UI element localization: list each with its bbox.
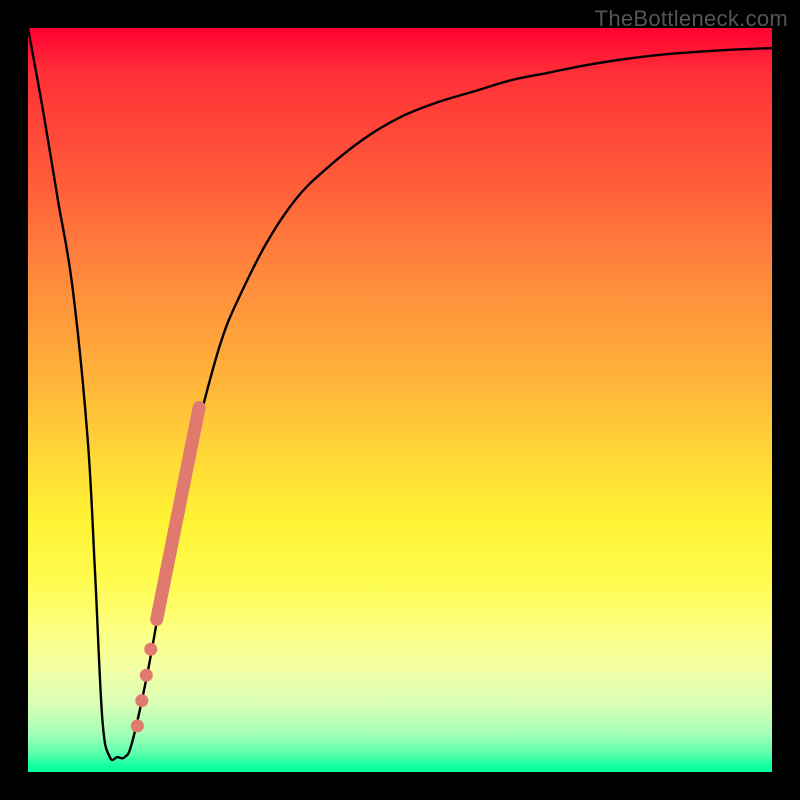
highlight-dot: [135, 694, 148, 707]
chart-svg: [28, 28, 772, 772]
highlight-dot: [144, 643, 157, 656]
highlight-dot: [131, 719, 144, 732]
watermark-text: TheBottleneck.com: [595, 6, 788, 32]
highlight-segment: [157, 407, 199, 619]
chart-area: [28, 28, 772, 772]
highlight-dot: [140, 669, 153, 682]
bottleneck-curve: [28, 28, 772, 760]
